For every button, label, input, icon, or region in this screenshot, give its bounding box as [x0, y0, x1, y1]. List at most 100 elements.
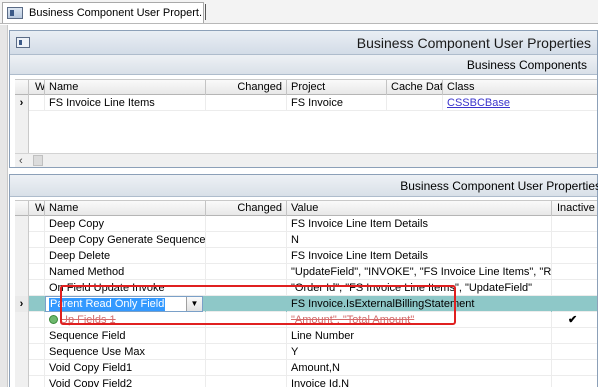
table-row[interactable]: Void Copy Field1 Amount,N: [15, 360, 597, 376]
row-selector[interactable]: [15, 360, 29, 376]
row-selector[interactable]: [15, 216, 29, 232]
col-class[interactable]: Class: [443, 80, 598, 95]
cell-inactive[interactable]: [552, 360, 598, 376]
cell-value[interactable]: Line Number: [287, 328, 552, 344]
col-name[interactable]: Name: [45, 80, 206, 95]
col-value[interactable]: Value: [287, 201, 552, 216]
cell-name[interactable]: Sequence Use Max: [45, 344, 206, 360]
cell-w[interactable]: [29, 216, 45, 232]
col-inactive[interactable]: Inactive: [552, 201, 598, 216]
row-selector[interactable]: ›: [15, 95, 29, 111]
col-project[interactable]: Project: [287, 80, 387, 95]
cell-name[interactable]: Deep Copy: [45, 216, 206, 232]
user-properties-title: Business Component User Properties: [400, 179, 598, 193]
cell-changed[interactable]: [206, 248, 287, 264]
row-selector[interactable]: ›: [15, 296, 29, 312]
cell-changed[interactable]: [206, 232, 287, 248]
cell-name[interactable]: FS Invoice Line Items: [45, 95, 206, 111]
cell-project[interactable]: FS Invoice: [287, 95, 387, 111]
cell-inactive[interactable]: [552, 216, 598, 232]
cell-name[interactable]: Void Copy Field2: [45, 376, 206, 387]
cell-w[interactable]: [29, 296, 45, 312]
col-changed[interactable]: Changed: [206, 201, 287, 216]
user-properties-header: Business Component User Properties: [10, 175, 598, 197]
cell-changed[interactable]: [206, 360, 287, 376]
new-record-icon: [49, 315, 58, 324]
cell-inactive[interactable]: [552, 232, 598, 248]
cell-value[interactable]: N: [287, 232, 552, 248]
tab-business-component-user-properties[interactable]: Business Component User Propert...: [2, 2, 204, 23]
cell-name[interactable]: Deep Delete: [45, 248, 206, 264]
row-selector[interactable]: [15, 312, 29, 328]
cell-w[interactable]: [29, 95, 45, 111]
cell-changed[interactable]: [206, 95, 287, 111]
cell-w[interactable]: [29, 360, 45, 376]
row-selector[interactable]: [15, 264, 29, 280]
cell-w[interactable]: [29, 248, 45, 264]
cell-name[interactable]: Deep Copy Generate Sequence: [45, 232, 206, 248]
col-name[interactable]: Name: [45, 201, 206, 216]
col-changed[interactable]: Changed: [206, 80, 287, 95]
cell-value[interactable]: Y: [287, 344, 552, 360]
row-selector[interactable]: [15, 232, 29, 248]
cell-inactive[interactable]: [552, 344, 598, 360]
cell-value[interactable]: "UpdateField", "INVOKE", "FS Invoice Lin…: [287, 264, 552, 280]
row-selector[interactable]: [15, 376, 29, 387]
table-row[interactable]: Sequence Field Line Number: [15, 328, 597, 344]
header-selector: [15, 80, 29, 95]
cell-value[interactable]: Invoice Id,N: [287, 376, 552, 387]
cell-changed[interactable]: [206, 264, 287, 280]
col-w[interactable]: W: [29, 80, 45, 95]
cell-value[interactable]: FS Invoice Line Item Details: [287, 248, 552, 264]
left-splitter[interactable]: [0, 25, 8, 387]
table-row[interactable]: Named Method "UpdateField", "INVOKE", "F…: [15, 264, 597, 280]
row-selector[interactable]: [15, 328, 29, 344]
cell-inactive[interactable]: [552, 280, 598, 296]
cell-w[interactable]: [29, 232, 45, 248]
cell-inactive[interactable]: [552, 328, 598, 344]
col-cache-data[interactable]: Cache Data: [387, 80, 443, 95]
inactive-check-icon[interactable]: ✔: [552, 312, 598, 328]
cell-cache-data[interactable]: [387, 95, 443, 111]
cell-name[interactable]: Sequence Field: [45, 328, 206, 344]
horizontal-scrollbar[interactable]: ‹: [15, 153, 597, 167]
col-w[interactable]: W: [29, 201, 45, 216]
cell-inactive[interactable]: [552, 264, 598, 280]
scroll-left-icon[interactable]: ‹: [19, 154, 23, 168]
scrollbar-thumb[interactable]: [33, 155, 43, 166]
cell-changed[interactable]: [206, 216, 287, 232]
cell-changed[interactable]: [206, 328, 287, 344]
cell-class-link[interactable]: CSSBCBase: [443, 95, 598, 111]
cell-value[interactable]: FS Invoice Line Item Details: [287, 216, 552, 232]
cell-inactive[interactable]: [552, 296, 598, 312]
cell-inactive[interactable]: [552, 376, 598, 387]
cell-value[interactable]: Amount,N: [287, 360, 552, 376]
table-row[interactable]: Deep Delete FS Invoice Line Item Details: [15, 248, 597, 264]
table-row[interactable]: Deep Copy FS Invoice Line Item Details: [15, 216, 597, 232]
table-row[interactable]: Sequence Use Max Y: [15, 344, 597, 360]
cell-w[interactable]: [29, 344, 45, 360]
row-selector[interactable]: [15, 248, 29, 264]
cell-w[interactable]: [29, 264, 45, 280]
cell-changed[interactable]: [206, 344, 287, 360]
grid-header: W Name Changed Project Cache Data Class: [15, 79, 597, 95]
tab-separator: [205, 4, 206, 20]
cell-w[interactable]: [29, 328, 45, 344]
business-components-panel: Business Component User Properties Busin…: [9, 30, 598, 168]
cell-w[interactable]: [29, 376, 45, 387]
cell-w[interactable]: [29, 280, 45, 296]
row-selector[interactable]: [15, 280, 29, 296]
cell-name[interactable]: Void Copy Field1: [45, 360, 206, 376]
cell-w[interactable]: [29, 312, 45, 328]
business-components-header: Business Components: [10, 55, 597, 75]
header-selector: [15, 201, 29, 216]
table-row[interactable]: Deep Copy Generate Sequence N: [15, 232, 597, 248]
table-row[interactable]: Void Copy Field2 Invoice Id,N: [15, 376, 597, 387]
row-selector[interactable]: [15, 344, 29, 360]
table-row[interactable]: › FS Invoice Line Items FS Invoice CSSBC…: [15, 95, 597, 111]
cell-changed[interactable]: [206, 376, 287, 387]
grid-header: W Name Changed Value Inactive: [15, 200, 597, 216]
cell-inactive[interactable]: [552, 248, 598, 264]
cell-name[interactable]: Named Method: [45, 264, 206, 280]
business-components-title: Business Components: [466, 58, 587, 72]
